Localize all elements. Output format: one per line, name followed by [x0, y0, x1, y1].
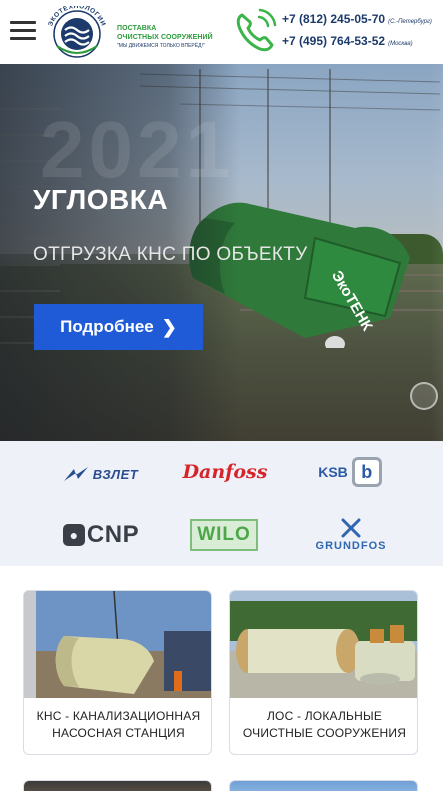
card-kns-label: КНС - КАНАЛИЗАЦИОННАЯ НАСОСНАЯ СТАНЦИЯ — [24, 708, 211, 742]
brand-grundfos-logo[interactable]: GRUNDFOS — [305, 515, 397, 555]
phone-row-msk[interactable]: +7 (495) 764-53-52 (Москва) — [282, 34, 442, 56]
phone-city-spb: (С.-Петербург) — [388, 19, 432, 25]
card-kns-label-line2: НАСОСНАЯ СТАНЦИЯ — [52, 726, 185, 740]
logo-line1: ПОСТАВКА — [117, 25, 157, 32]
hero-edge — [430, 64, 443, 462]
phone-row-spb[interactable]: +7 (812) 245-05-70 (С.-Петербург) — [282, 12, 442, 34]
kns-photo-image — [24, 591, 211, 698]
hero-year-watermark: 2021 — [40, 105, 234, 194]
ksb-mark-icon: b — [351, 457, 382, 487]
card-los-label: ЛОС - ЛОКАЛЬНЫЕ ОЧИСТНЫЕ СООРУЖЕНИЯ — [230, 708, 417, 742]
product-card-los[interactable]: ЛОС - ЛОКАЛЬНЫЕ ОЧИСТНЫЕ СООРУЖЕНИЯ — [229, 590, 418, 755]
hero-subtitle: ОТГРУЗКА КНС ПО ОБЪЕКТУ — [33, 244, 308, 265]
brand-danfoss-text: Danfoss — [182, 461, 268, 483]
brand-grundfos-text: GRUNDFOS — [315, 540, 387, 552]
brand-vzlet-logo[interactable]: ВЗЛЕТ — [55, 461, 145, 487]
brand-danfoss-logo[interactable]: Danfoss — [182, 455, 268, 489]
brand-logos-strip: ВЗЛЕТ Danfoss KSB b ● CNP WILO GRUNDFOS — [0, 441, 443, 566]
grundfos-mark-icon — [341, 518, 361, 538]
page: ЭКОТЕХНОЛОГИИ ПОСТАВКА ОЧИСТНЫХ СООРУЖЕН… — [0, 0, 443, 791]
brand-cnp-text: CNP — [86, 521, 140, 548]
product-card-partial[interactable] — [229, 780, 418, 791]
logo-emblem-icon[interactable]: ЭКОТЕХНОЛОГИИ — [43, 6, 111, 58]
ksb-mark-letter: b — [361, 461, 373, 482]
phone-number-msk[interactable]: +7 (495) 764-53-52 — [282, 34, 385, 48]
brand-wilo-logo[interactable]: WILO — [190, 519, 258, 551]
brand-vzlet-text: ВЗЛЕТ — [92, 466, 139, 482]
brand-cnp-logo[interactable]: ● CNP — [56, 521, 146, 549]
los-photo-image — [230, 591, 417, 698]
product-card-kns[interactable]: КНС - КАНАЛИЗАЦИОННАЯ НАСОСНАЯ СТАНЦИЯ — [23, 590, 212, 755]
cnp-mark-icon: ● — [62, 524, 85, 546]
logo-line2: ОЧИСТНЫХ СООРУЖЕНИЙ — [117, 34, 213, 41]
hero-slider[interactable]: ЭкоТЕНК 2021 УГЛОВКА ОТГРУЗКА КНС ПО ОБЪ… — [0, 64, 443, 462]
logo-text[interactable]: ПОСТАВКА ОЧИСТНЫХ СООРУЖЕНИЙ "МЫ ДВИЖЕМС… — [117, 24, 229, 50]
phone-city-msk: (Москва) — [388, 41, 413, 47]
card-los-label-line1: ЛОС - ЛОКАЛЬНЫЕ — [266, 709, 383, 723]
card-kns-label-line1: КНС - КАНАЛИЗАЦИОННАЯ — [36, 709, 201, 723]
phone-list: +7 (812) 245-05-70 (С.-Петербург) +7 (49… — [282, 12, 442, 56]
product-card-partial[interactable] — [23, 780, 212, 791]
logo-slogan: "МЫ ДВИЖЕМСЯ ТОЛЬКО ВПЕРЁД!" — [117, 43, 205, 49]
brand-wilo-text: WILO — [197, 524, 251, 545]
phone-ringing-icon[interactable] — [232, 7, 280, 55]
brand-ksb-text: KSB — [318, 464, 348, 480]
vzlet-mark-icon — [63, 467, 88, 481]
brand-ksb-logo[interactable]: KSB b — [312, 455, 388, 489]
site-header: ЭКОТЕХНОЛОГИИ ПОСТАВКА ОЧИСТНЫХ СООРУЖЕН… — [0, 0, 443, 64]
hero-title: УГЛОВКА — [33, 184, 169, 215]
more-details-label: Подробнее — [60, 317, 154, 336]
phone-number-spb[interactable]: +7 (812) 245-05-70 — [282, 12, 385, 26]
chevron-right-icon: ❯ — [161, 316, 177, 337]
card-los-label-line2: ОЧИСТНЫЕ СООРУЖЕНИЯ — [242, 726, 407, 740]
more-details-button[interactable]: Подробнее ❯ — [34, 304, 203, 350]
hamburger-menu-icon[interactable] — [10, 21, 36, 41]
